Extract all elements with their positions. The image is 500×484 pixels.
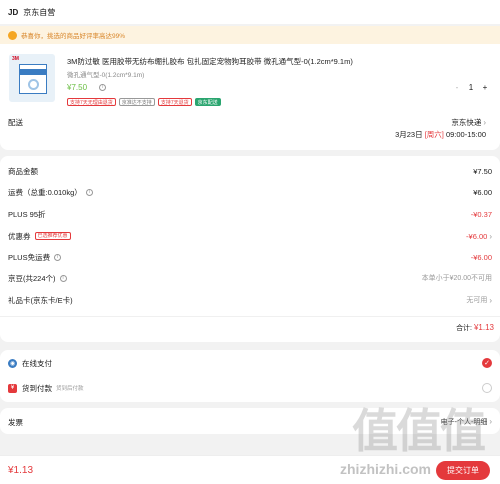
summary-label: 运费（总重:0.010kg） <box>8 187 82 197</box>
summary-label: PLUS 95折 <box>8 209 46 219</box>
summary-value: ¥7.50 <box>473 166 492 176</box>
header-bar: JD 京东自营 <box>0 0 500 24</box>
chevron-right-icon: › <box>489 231 492 241</box>
payment-label: 在线支付 <box>22 358 52 368</box>
payment-card: ◉ 在线支付 ✓ ¥ 货到付款 货到后付款 <box>0 350 500 402</box>
divider <box>0 316 500 317</box>
delivery-carrier: 京东快递 › <box>451 118 486 127</box>
invoice-row[interactable]: 发票 电子-个人-明细 › <box>0 408 500 434</box>
product-title[interactable]: 3M防过敏 医用胶带无纺布绷扎胶布 包扎固定宠物狗耳胶带 微孔通气型-0(1.2… <box>67 56 353 67</box>
checkout-bar: ¥1.13 提交订单 <box>0 455 500 484</box>
service-tag: 京东配送 <box>194 98 221 106</box>
notice-bar: 恭喜你，挑选的商品好评率高达99% <box>0 26 500 44</box>
summary-row-coupon[interactable]: 优惠券 已选推荐优惠 -¥6.00 › <box>8 229 492 243</box>
quantity-stepper: - 1 + <box>450 83 492 92</box>
online-pay-icon: ◉ <box>8 358 17 368</box>
summary-label: PLUS免运费 <box>8 252 51 262</box>
product-image[interactable]: 3M <box>9 54 55 102</box>
delivery-time: 3月23日 [周六] 09:00-15:00 <box>395 130 486 139</box>
product-brand-mark: 3M <box>12 56 19 62</box>
summary-row-shipping: 运费（总重:0.010kg） i ¥6.00 <box>8 185 492 199</box>
chevron-right-icon: › <box>489 295 492 305</box>
payment-desc: 货到后付款 <box>56 386 84 392</box>
decrease-button[interactable]: - <box>450 83 464 92</box>
product-tags: 支持7天无理由退货 京准达不支持 支持7天退货 京东配送 <box>67 98 221 106</box>
chevron-right-icon: › <box>483 118 486 127</box>
invoice-value: 电子-个人-明细 › <box>440 417 492 426</box>
chevron-right-icon: › <box>489 417 492 426</box>
info-icon[interactable]: i <box>85 188 93 196</box>
coupon-tag: 已选推荐优惠 <box>34 232 71 240</box>
payment-label: 货到付款 <box>22 383 52 393</box>
info-icon[interactable]: i <box>99 84 107 92</box>
summary-row-jingdou: 京豆(共224个) i 本单小于¥20.00不可用 <box>8 271 492 285</box>
jd-logo: JD <box>8 7 19 17</box>
increase-button[interactable]: + <box>478 83 492 92</box>
summary-row-plus-discount: PLUS 95折 -¥0.37 <box>8 207 492 221</box>
summary-value: -¥0.37 <box>470 209 492 219</box>
summary-label: 优惠券 <box>8 231 31 241</box>
summary-label: 京豆(共224个) <box>8 273 56 283</box>
price-summary-card: 商品金额 ¥7.50 运费（总重:0.010kg） i ¥6.00 PLUS 9… <box>0 156 500 342</box>
payment-option-cod[interactable]: ¥ 货到付款 货到后付款 <box>8 381 492 395</box>
notice-text: 恭喜你，挑选的商品好评率高达99% <box>21 33 126 40</box>
summary-value: 无可用 <box>466 297 488 304</box>
summary-row-free-shipping: PLUS免运费 i -¥6.00 <box>8 250 492 264</box>
thumbs-up-icon <box>8 30 17 40</box>
service-tag: 支持7天无理由退货 <box>67 98 116 106</box>
invoice-label: 发票 <box>8 418 23 427</box>
product-price: ¥7.50 <box>67 83 88 92</box>
quantity-value[interactable]: 1 <box>464 83 478 92</box>
subtotal-value: ¥1.13 <box>473 323 494 332</box>
product-spec: 微孔通气型-0(1.2cm*9.1m) <box>67 72 145 79</box>
subtotal: 合计: ¥1.13 <box>456 323 494 333</box>
radio-selected[interactable]: ✓ <box>482 358 492 368</box>
info-icon[interactable]: i <box>54 253 62 261</box>
cash-on-delivery-icon: ¥ <box>8 383 17 393</box>
summary-row-gift-card[interactable]: 礼品卡(京东卡/E卡) 无可用 › <box>8 293 492 307</box>
radio-unselected[interactable] <box>482 383 492 393</box>
service-tag: 支持7天退货 <box>157 98 192 106</box>
payment-option-online[interactable]: ◉ 在线支付 ✓ <box>8 356 492 370</box>
subtotal-label: 合计: <box>456 325 473 332</box>
summary-value: -¥6.00 <box>466 231 488 241</box>
summary-value: 本单小于¥20.00不可用 <box>421 275 492 282</box>
order-total: ¥1.13 <box>8 465 34 476</box>
delivery-label: 配送 <box>8 118 23 127</box>
submit-order-button[interactable]: 提交订单 <box>436 461 490 480</box>
summary-label: 商品金额 <box>8 166 38 176</box>
store-name[interactable]: 京东自营 <box>23 7 55 18</box>
product-box-graphic <box>19 64 47 94</box>
summary-value: -¥6.00 <box>470 252 492 262</box>
summary-value: ¥6.00 <box>473 187 492 197</box>
product-price-line: ¥7.50 i <box>67 83 107 92</box>
summary-row-goods: 商品金额 ¥7.50 <box>8 164 492 178</box>
service-tag: 京准达不支持 <box>118 98 155 106</box>
summary-label: 礼品卡(京东卡/E卡) <box>8 295 73 305</box>
info-icon[interactable]: i <box>59 274 67 282</box>
